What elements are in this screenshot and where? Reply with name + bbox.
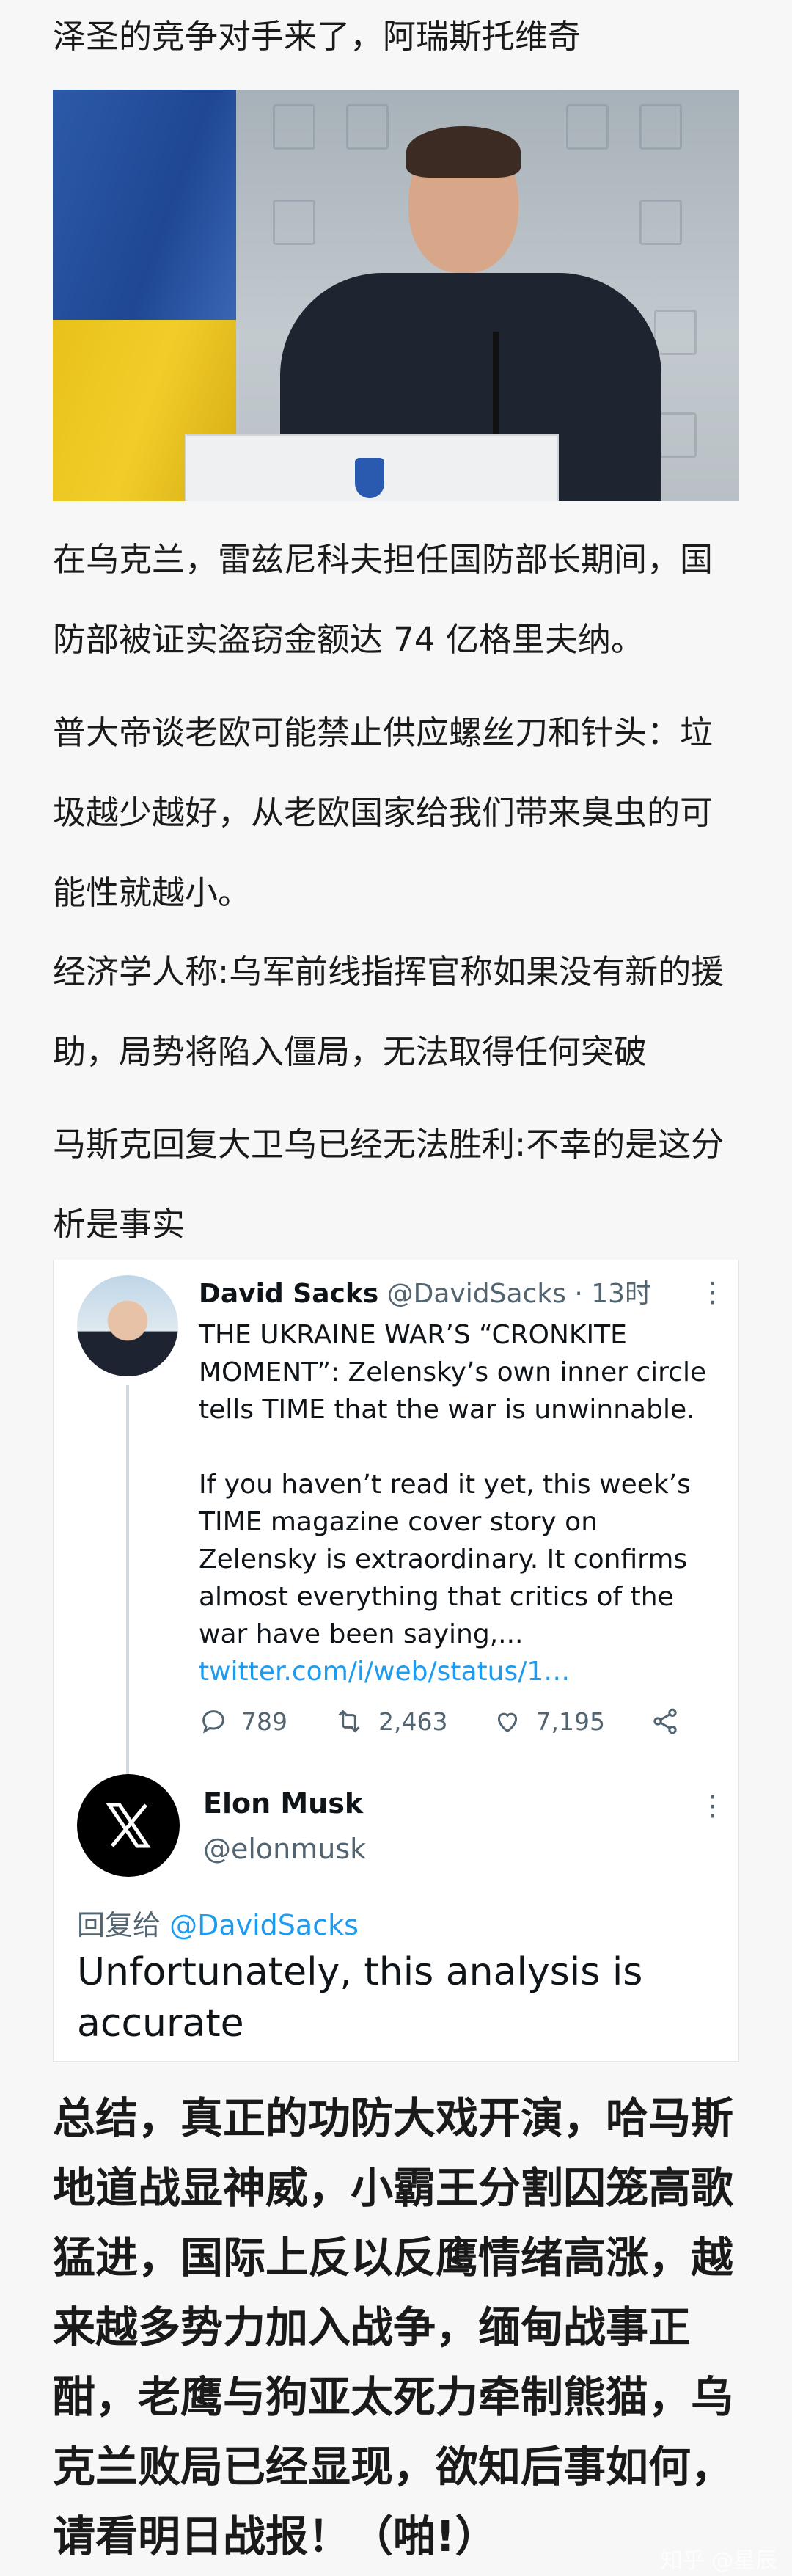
news-photo xyxy=(53,90,739,501)
heart-icon xyxy=(498,1712,518,1733)
podium xyxy=(185,434,559,501)
share-button[interactable] xyxy=(650,1707,693,1736)
retweet-count: 2,463 xyxy=(378,1707,448,1736)
tweet-header: David Sacks @DavidSacks · 13时 xyxy=(199,1275,651,1313)
paragraph-1: 在乌克兰，雷兹尼科夫担任国防部长期间，国防部被证实盗窃金额达 74 亿格里夫纳。 xyxy=(53,540,714,659)
summary-paragraph: 总结，真正的功防大戏开演，哈马斯地道战显神威，小霸王分割囚笼高歌猛进，国际上反以… xyxy=(53,2093,734,2561)
reply-more-options-icon[interactable]: ⋮ xyxy=(699,1792,727,1820)
author-name[interactable]: David Sacks xyxy=(199,1279,378,1309)
tweet-body: THE UKRAINE WAR’S “CRONKITE MOMENT”: Zel… xyxy=(199,1316,719,1690)
watermark: 知乎 @星辰 xyxy=(660,2548,777,2574)
reply-to-mention[interactable]: @DavidSacks xyxy=(169,1909,359,1941)
reply-button[interactable]: 789 xyxy=(199,1707,287,1736)
tweet-actions: 789 2,463 7,195 xyxy=(199,1703,738,1740)
reply-author-handle[interactable]: @elonmusk xyxy=(203,1833,366,1865)
embedded-tweet[interactable]: David Sacks @DavidSacks · 13时 ⋮ THE UKRA… xyxy=(53,1260,739,2062)
more-options-icon[interactable]: ⋮ xyxy=(699,1278,727,1306)
like-count: 7,195 xyxy=(535,1707,605,1736)
tweet-time: · 13时 xyxy=(574,1279,652,1309)
author-handle[interactable]: @DavidSacks xyxy=(387,1279,566,1309)
reply-author-name[interactable]: Elon Musk xyxy=(203,1787,363,1820)
tweet-paragraph: If you haven’t read it yet, this week’s … xyxy=(199,1470,691,1687)
x-logo-avatar[interactable] xyxy=(77,1774,180,1877)
reply-to-line: 回复给 @DavidSacks xyxy=(77,1902,359,1943)
share-icon xyxy=(653,1708,677,1734)
reply-text: Unfortunately, this analysis is accurate xyxy=(77,1950,643,2046)
like-button[interactable]: 7,195 xyxy=(493,1707,605,1736)
retweet-icon xyxy=(338,1710,360,1733)
reply-count: 789 xyxy=(241,1707,287,1736)
paragraph-4: 马斯克回复大卫乌已经无法胜利:不幸的是这分析是事实 xyxy=(53,1125,725,1244)
tweet-link[interactable]: twitter.com/i/web/status/1… xyxy=(199,1657,570,1687)
article-title: 泽圣的竞争对手来了，阿瑞斯托维奇 xyxy=(53,17,582,56)
reply-prefix: 回复给 xyxy=(77,1909,170,1941)
paragraph-3: 经济学人称:乌军前线指挥官称如果没有新的援助，局势将陷入僵局，无法取得任何突破 xyxy=(53,952,725,1071)
reply-icon xyxy=(202,1710,224,1734)
paragraph-2: 普大帝谈老欧可能禁止供应螺丝刀和针头：垃圾越少越好，从老欧国家给我们带来臭虫的可… xyxy=(53,713,714,912)
retweet-button[interactable]: 2,463 xyxy=(333,1707,447,1736)
avatar[interactable] xyxy=(77,1275,178,1376)
x-logo-icon xyxy=(106,1803,151,1848)
tweet-paragraph: THE UKRAINE WAR’S “CRONKITE MOMENT”: Zel… xyxy=(199,1320,707,1425)
